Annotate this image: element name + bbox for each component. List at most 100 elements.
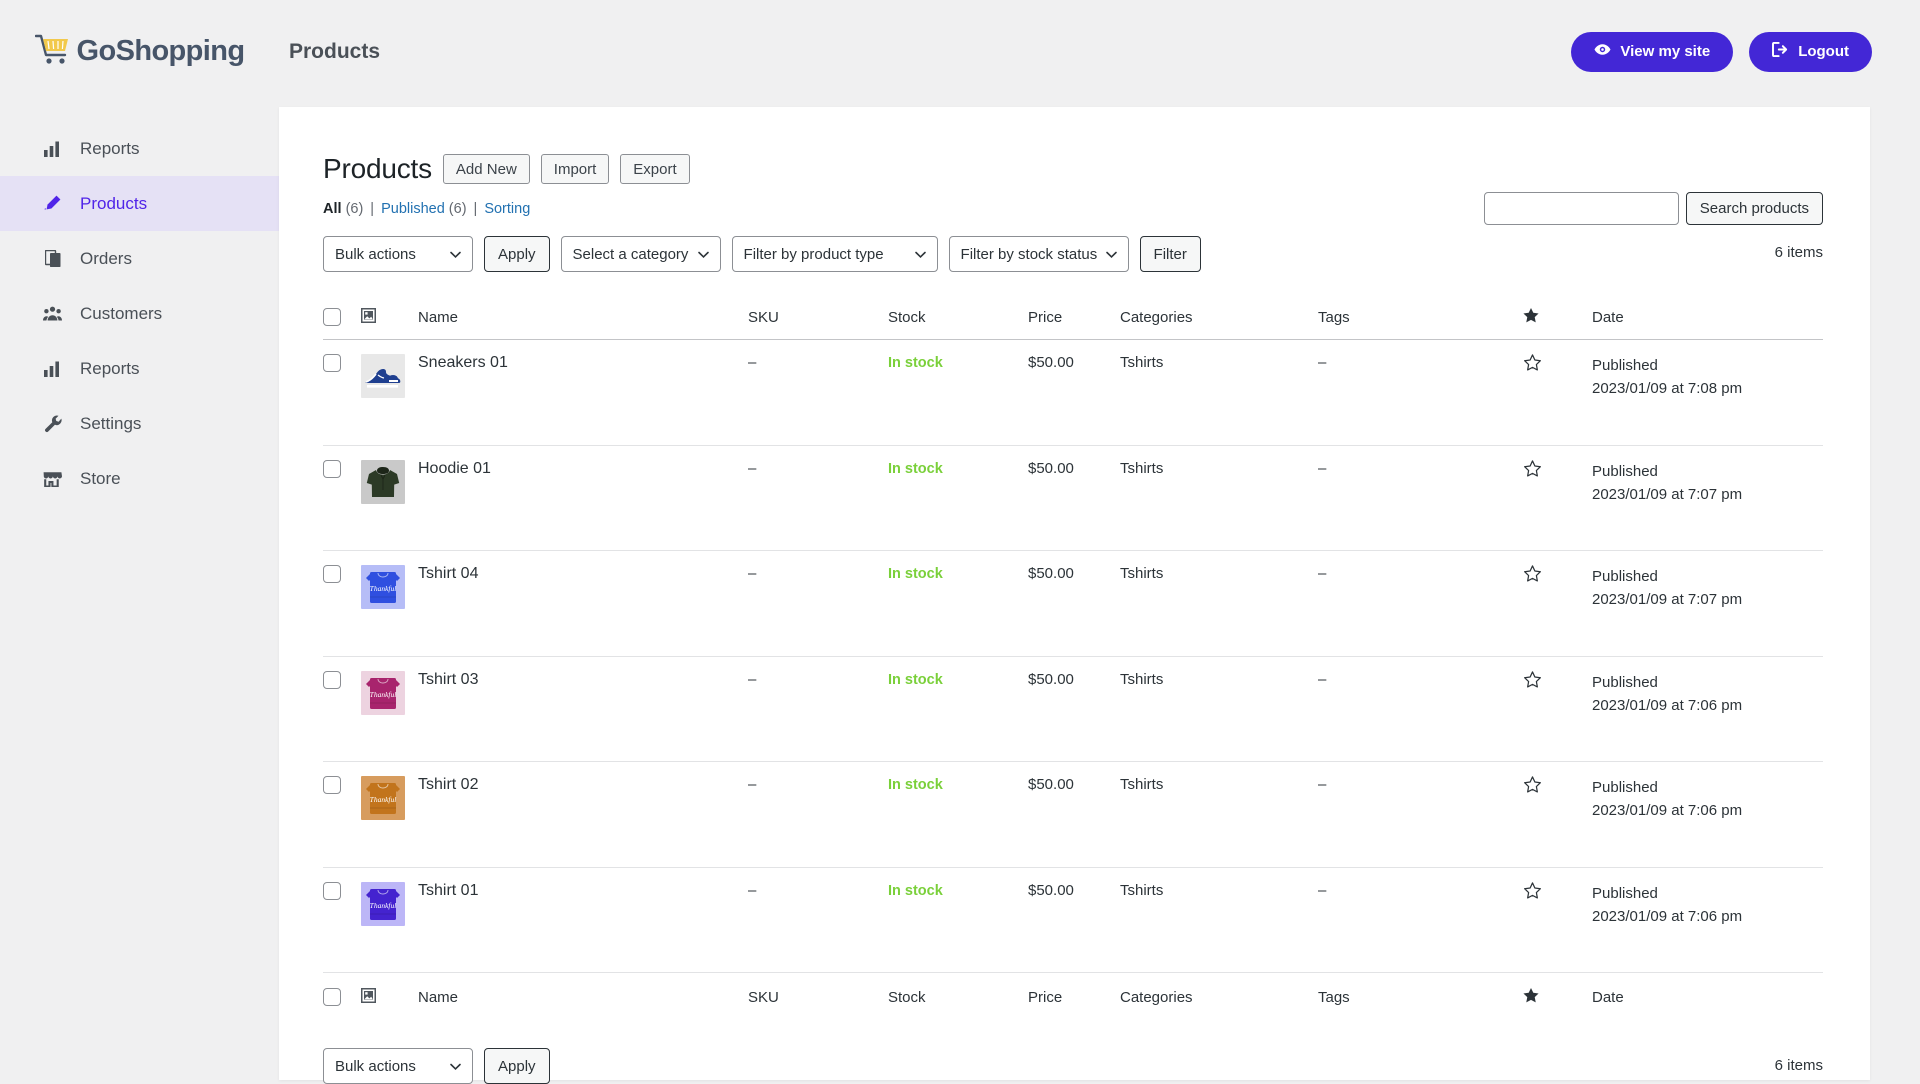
tags-column-header: Tags [1318, 296, 1523, 340]
select-all-checkbox[interactable] [323, 308, 341, 326]
stock-status-filter-select[interactable]: Filter by stock status [948, 236, 1129, 272]
product-type-filter-select[interactable]: Filter by product type [731, 236, 938, 272]
select-all-checkbox-footer[interactable] [323, 988, 341, 1006]
date-status: Published [1592, 462, 1658, 480]
product-categories[interactable]: Tshirts [1120, 776, 1163, 793]
name-column-footer[interactable]: Name [418, 972, 748, 1020]
apply-bulk-action-button-bottom[interactable]: Apply [484, 1048, 550, 1084]
row-featured-cell[interactable] [1523, 339, 1592, 446]
row-sku-cell: – [748, 761, 888, 868]
sidebar-item-customers[interactable]: Customers [0, 286, 279, 341]
sidebar-item-reports-2[interactable]: Reports [0, 341, 279, 396]
date-column-footer[interactable]: Date [1592, 972, 1823, 1020]
filter-button[interactable]: Filter [1139, 236, 1201, 272]
chevron-down-icon [450, 1058, 461, 1075]
search-input[interactable] [1483, 192, 1679, 225]
price-column-footer[interactable]: Price [1028, 972, 1120, 1020]
row-sku-cell: – [748, 656, 888, 762]
sku-column-footer[interactable]: SKU [748, 972, 888, 1020]
product-tags: – [1318, 776, 1327, 793]
view-published[interactable]: Published (6) [381, 201, 466, 217]
product-thumbnail[interactable]: Thankful [361, 670, 418, 715]
table-row: Thankful Tshirt 04 – In stock $50.00 Tsh… [323, 550, 1823, 657]
main-content-card: Products Add New Import Export All (6) |… [279, 107, 1870, 1084]
product-name-link[interactable]: Hoodie 01 [418, 460, 491, 477]
row-thumbnail-cell: Thankful [361, 550, 418, 657]
pencil-icon [42, 195, 63, 212]
sku-column-header[interactable]: SKU [748, 296, 888, 340]
row-checkbox[interactable] [323, 565, 341, 583]
view-my-site-button[interactable]: View my site [1571, 31, 1734, 72]
sidebar-item-settings[interactable]: Settings [0, 396, 279, 451]
row-categories-cell: Tshirts [1120, 867, 1318, 973]
product-tags: – [1318, 565, 1327, 582]
bulk-actions-select[interactable]: Bulk actions [323, 236, 473, 272]
featured-column-footer [1523, 972, 1592, 1020]
date-column-header[interactable]: Date [1592, 296, 1823, 340]
date-status: Published [1592, 357, 1658, 374]
star-outline-icon [1523, 459, 1542, 482]
sidebar-item-store[interactable]: Store [0, 451, 279, 506]
add-new-button[interactable]: Add New [442, 154, 530, 184]
name-column-header[interactable]: Name [418, 296, 748, 340]
brand-logo[interactable]: GoShopping [0, 0, 279, 103]
bulk-actions-select-bottom[interactable]: Bulk actions [323, 1048, 473, 1084]
product-thumbnail[interactable]: Thankful [361, 565, 418, 609]
row-featured-cell[interactable] [1523, 445, 1592, 551]
product-price: $50.00 [1028, 459, 1074, 477]
product-name-link[interactable]: Tshirt 04 [418, 565, 478, 582]
row-checkbox[interactable] [323, 776, 341, 794]
product-thumbnail[interactable]: Thankful [361, 881, 418, 926]
product-name-link[interactable]: Tshirt 02 [418, 776, 478, 793]
image-icon [360, 987, 377, 1007]
row-featured-cell[interactable] [1523, 550, 1592, 657]
sidebar-item-reports[interactable]: Reports [0, 121, 279, 176]
stock-column-footer: Stock [888, 972, 1028, 1020]
row-checkbox[interactable] [323, 354, 341, 372]
product-name-link[interactable]: Tshirt 01 [418, 882, 478, 899]
logout-button[interactable]: Logout [1749, 31, 1872, 72]
date-status: Published [1592, 568, 1658, 585]
product-thumbnail[interactable] [361, 459, 418, 504]
product-thumbnail[interactable] [361, 354, 418, 398]
row-featured-cell[interactable] [1523, 656, 1592, 762]
product-categories[interactable]: Tshirts [1120, 882, 1163, 899]
product-categories[interactable]: Tshirts [1120, 460, 1163, 477]
row-tags-cell: – [1318, 445, 1523, 551]
row-name-cell: Tshirt 01 [418, 867, 748, 973]
row-featured-cell[interactable] [1523, 867, 1592, 973]
view-all[interactable]: All (6) [323, 201, 363, 217]
date-value: 2023/01/09 at 7:07 pm [1592, 485, 1743, 503]
export-button[interactable]: Export [620, 154, 690, 184]
product-name-link[interactable]: Sneakers 01 [418, 354, 508, 371]
row-categories-cell: Tshirts [1120, 445, 1318, 551]
product-thumbnail[interactable]: Thankful [361, 776, 418, 820]
product-name-link[interactable]: Tshirt 03 [418, 671, 478, 688]
row-categories-cell: Tshirts [1120, 761, 1318, 868]
view-published-label[interactable]: Published [381, 201, 445, 217]
category-filter-select[interactable]: Select a category [560, 236, 721, 272]
row-stock-cell: In stock [888, 550, 1028, 657]
price-column-header[interactable]: Price [1028, 296, 1120, 340]
product-categories[interactable]: Tshirts [1120, 671, 1163, 688]
product-categories[interactable]: Tshirts [1120, 565, 1163, 582]
svg-text:Thankful: Thankful [370, 690, 397, 699]
row-checkbox[interactable] [323, 670, 341, 689]
sidebar-item-products[interactable]: Products [0, 176, 279, 231]
row-checkbox[interactable] [323, 459, 341, 478]
apply-bulk-action-button[interactable]: Apply [484, 236, 550, 272]
star-outline-icon [1523, 354, 1542, 376]
view-all-label: All [323, 201, 342, 217]
product-type-filter-label: Filter by product type [743, 245, 884, 263]
view-sorting[interactable]: Sorting [484, 201, 530, 217]
product-categories[interactable]: Tshirts [1120, 354, 1163, 371]
tablenav-top: Search products 6 items Bulk actions App… [323, 192, 1823, 272]
row-tags-cell: – [1318, 761, 1523, 868]
row-featured-cell[interactable] [1523, 761, 1592, 868]
search-products-button[interactable]: Search products [1685, 192, 1823, 225]
row-sku-cell: – [748, 339, 888, 446]
row-checkbox[interactable] [323, 881, 341, 900]
people-icon [42, 306, 63, 322]
sidebar-item-orders[interactable]: Orders [0, 231, 279, 286]
import-button[interactable]: Import [540, 154, 610, 184]
